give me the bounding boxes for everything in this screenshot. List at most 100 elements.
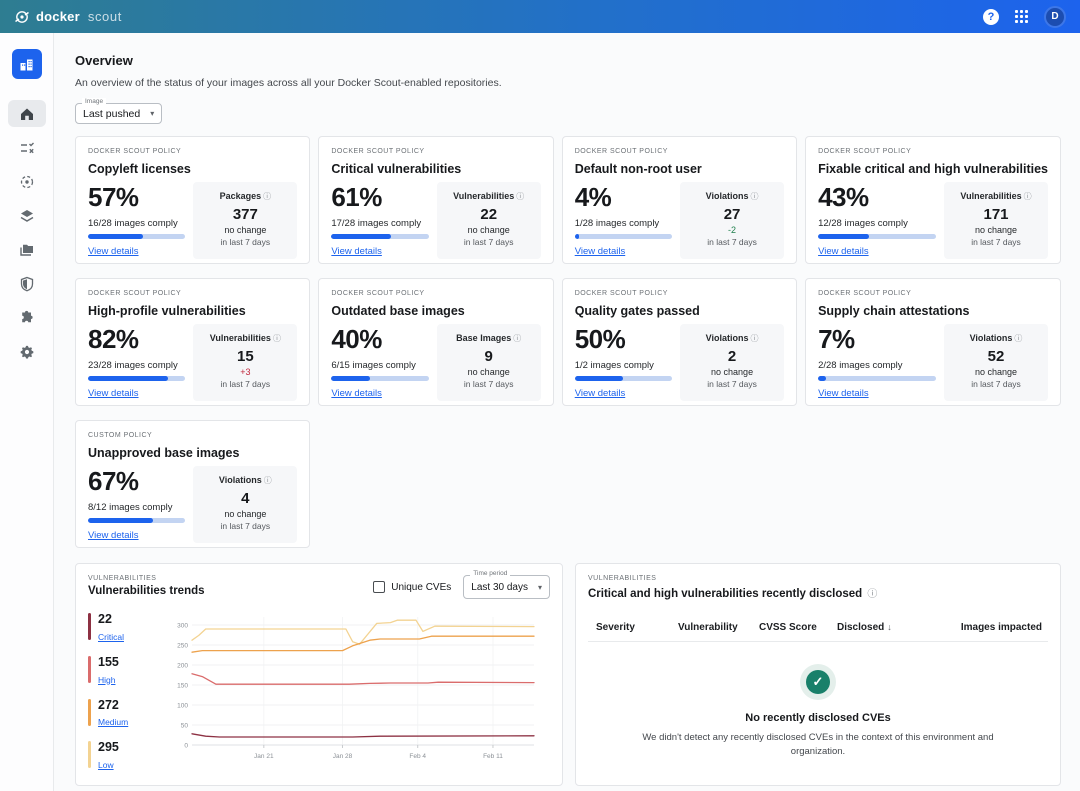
progress-bar [331, 234, 428, 239]
svg-text:0: 0 [184, 742, 188, 749]
chevron-down-icon: ▾ [150, 109, 154, 118]
column-severity[interactable]: Severity [596, 622, 678, 633]
sidebar-item-organization[interactable] [12, 49, 42, 79]
docker-scout-logo[interactable]: docker scout [14, 9, 122, 25]
legend-link-critical[interactable]: Critical [98, 632, 124, 642]
svg-text:Feb 4: Feb 4 [409, 753, 426, 760]
view-details-link[interactable]: View details [818, 246, 869, 257]
stat-box: Vulnerabilitiesⓘ 171 no change in last 7… [944, 182, 1048, 259]
info-icon: ⓘ [264, 476, 272, 485]
progress-bar [88, 518, 185, 523]
sidebar-item-settings[interactable] [8, 338, 46, 365]
view-details-link[interactable]: View details [88, 388, 139, 399]
info-icon: ⓘ [867, 589, 877, 600]
sidebar-item-integrations[interactable] [8, 304, 46, 331]
legend-link-low[interactable]: Low [98, 760, 114, 770]
comply-text: 12/28 images comply [818, 218, 936, 229]
stat-period: in last 7 days [684, 237, 780, 247]
policy-title: Critical vulnerabilities [331, 162, 540, 176]
sidebar-item-base-images[interactable] [8, 202, 46, 229]
view-details-link[interactable]: View details [575, 246, 626, 257]
legend-color-high [88, 656, 91, 683]
stat-period: in last 7 days [197, 521, 293, 531]
image-filter-select[interactable]: Image Last pushed ▾ [75, 103, 162, 124]
sidebar-item-images[interactable] [8, 168, 46, 195]
compliance-percent: 67% [88, 466, 185, 497]
progress-bar [88, 376, 185, 381]
sidebar-item-home[interactable] [8, 100, 46, 127]
stat-change: no change [948, 367, 1044, 377]
svg-text:Jan 21: Jan 21 [254, 753, 274, 760]
disclosed-eyebrow: VULNERABILITIES [588, 575, 877, 582]
compliance-percent: 82% [88, 324, 185, 355]
legend-link-high[interactable]: High [98, 675, 115, 685]
view-details-link[interactable]: View details [331, 388, 382, 399]
policy-eyebrow: DOCKER SCOUT POLICY [575, 290, 784, 297]
legend-value: 295 [98, 741, 119, 755]
policy-eyebrow: DOCKER SCOUT POLICY [818, 148, 1048, 155]
folders-icon [19, 242, 35, 258]
unique-cves-label: Unique CVEs [391, 582, 451, 593]
top-navbar: docker scout ? D [0, 0, 1080, 33]
svg-text:Jan 28: Jan 28 [333, 753, 353, 760]
sidebar-item-vulnerabilities[interactable] [8, 270, 46, 297]
stat-period: in last 7 days [441, 379, 537, 389]
comply-text: 6/15 images comply [331, 360, 428, 371]
policy-title: Fixable critical and high vulnerabilitie… [818, 162, 1048, 176]
page-subtitle: An overview of the status of your images… [75, 77, 1061, 89]
policy-title: Unapproved base images [88, 446, 297, 460]
policy-eyebrow: DOCKER SCOUT POLICY [575, 148, 784, 155]
compliance-percent: 7% [818, 324, 936, 355]
sort-desc-icon: ↓ [887, 622, 892, 632]
image-filter-label: Image [82, 98, 106, 105]
policy-title: Copyleft licenses [88, 162, 297, 176]
unique-cves-checkbox[interactable] [373, 581, 385, 593]
puzzle-icon [19, 310, 35, 326]
trends-title: Vulnerabilities trends [88, 585, 205, 597]
column-images-impacted[interactable]: Images impacted [942, 622, 1042, 633]
policy-eyebrow: DOCKER SCOUT POLICY [331, 148, 540, 155]
view-details-link[interactable]: View details [88, 530, 139, 541]
stat-value: 171 [948, 206, 1044, 223]
policy-eyebrow: DOCKER SCOUT POLICY [88, 148, 297, 155]
legend-link-medium[interactable]: Medium [98, 717, 128, 727]
radar-icon [19, 174, 35, 190]
legend-color-critical [88, 613, 91, 640]
help-icon[interactable]: ? [983, 9, 999, 25]
policy-eyebrow: DOCKER SCOUT POLICY [818, 290, 1048, 297]
stat-change: no change [441, 367, 537, 377]
svg-text:200: 200 [177, 662, 188, 669]
trends-legend: 22 Critical 155 High [88, 609, 166, 773]
time-period-select[interactable]: Time period Last 30 days ▾ [463, 575, 550, 599]
stat-box: Violationsⓘ 2 no change in last 7 days [680, 324, 784, 401]
svg-text:Feb 11: Feb 11 [483, 753, 503, 760]
avatar[interactable]: D [1044, 6, 1066, 28]
view-details-link[interactable]: View details [818, 388, 869, 399]
stat-period: in last 7 days [948, 379, 1044, 389]
stat-value: 22 [441, 206, 537, 223]
time-period-label: Time period [470, 570, 510, 577]
policy-card-copyleft-licenses: DOCKER SCOUT POLICY Copyleft licenses 57… [75, 136, 310, 264]
trends-line-chart: 050100150200250300Jan 21Jan 28Feb 4Feb 1… [166, 609, 538, 771]
column-cvss-score[interactable]: CVSS Score [759, 622, 837, 633]
sidebar-item-policies[interactable] [8, 134, 46, 161]
view-details-link[interactable]: View details [88, 246, 139, 257]
info-icon: ⓘ [750, 334, 758, 343]
logo-text-docker: docker [36, 9, 80, 24]
empty-state: ✓ No recently disclosed CVEs We didn't d… [588, 664, 1048, 759]
view-details-link[interactable]: View details [331, 246, 382, 257]
info-icon: ⓘ [1024, 192, 1032, 201]
trends-eyebrow: VULNERABILITIES [88, 575, 205, 582]
column-vulnerability[interactable]: Vulnerability [678, 622, 759, 633]
apps-grid-icon[interactable] [1015, 10, 1028, 23]
view-details-link[interactable]: View details [575, 388, 626, 399]
policy-eyebrow: CUSTOM POLICY [88, 432, 297, 439]
stat-box: Base Imagesⓘ 9 no change in last 7 days [437, 324, 541, 401]
column-disclosed[interactable]: Disclosed↓ [837, 622, 942, 633]
stat-change: no change [441, 225, 537, 235]
legend-item-critical: 22 Critical [88, 613, 166, 645]
legend-color-low [88, 741, 91, 768]
unique-cves-checkbox-row[interactable]: Unique CVEs [373, 581, 451, 593]
sidebar-item-repositories[interactable] [8, 236, 46, 263]
logo-text-scout: scout [88, 9, 122, 24]
